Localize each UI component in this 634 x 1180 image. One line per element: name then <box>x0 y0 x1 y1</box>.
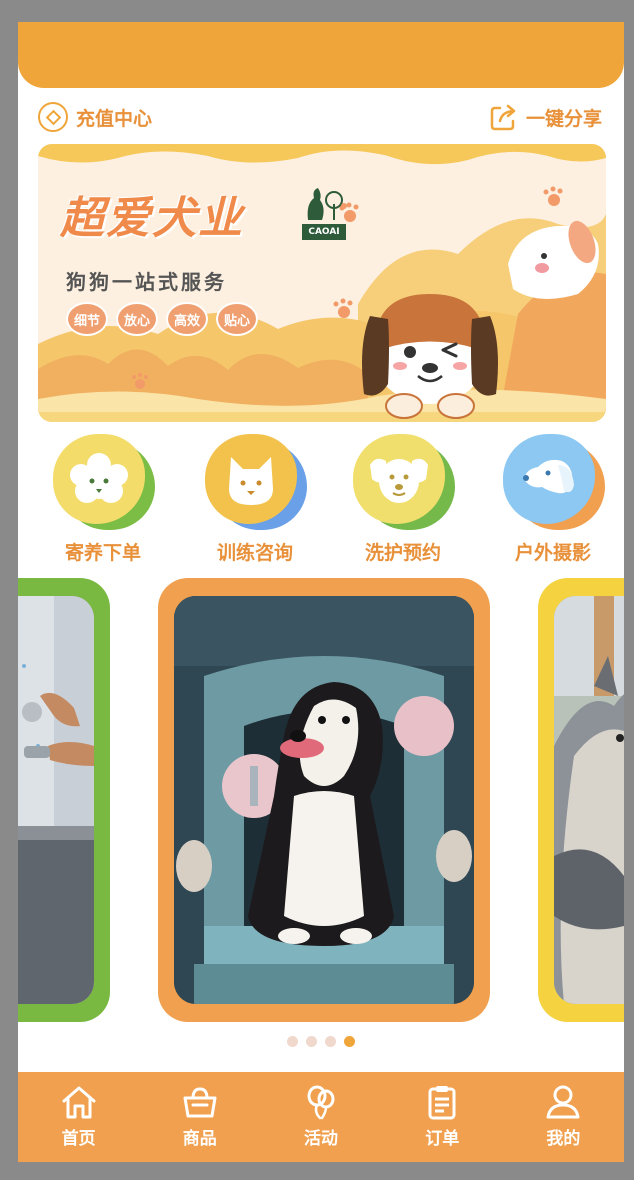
tab-label: 商品 <box>182 1129 217 1149</box>
banner-tags: 细节 放心 高效 贴心 <box>66 302 258 336</box>
service-training-consult[interactable]: 训练咨询 <box>190 434 320 565</box>
border-collie-photo <box>174 596 474 1004</box>
carousel-dot-1[interactable] <box>287 1036 298 1047</box>
carousel-card-collie[interactable] <box>158 578 490 1022</box>
dog-tree-logo-icon <box>307 188 347 220</box>
app-screen: 充值中心 一键分享 超爱犬业 CAOAI 狗狗一站式服务 细节 放心 高效 贴心… <box>18 22 624 1162</box>
tab-activities[interactable]: 活动 <box>260 1072 381 1162</box>
carousel-dot-2[interactable] <box>306 1036 317 1047</box>
dog-bathing-photo <box>18 596 94 1004</box>
tab-label: 订单 <box>425 1129 460 1149</box>
tag-caring: 贴心 <box>216 302 258 336</box>
tab-label: 活动 <box>304 1129 338 1149</box>
balloons-icon <box>307 1085 335 1120</box>
tab-label: 首页 <box>61 1129 96 1149</box>
dog-profile-icon <box>523 459 574 494</box>
service-grooming-booking[interactable]: 洗护预约 <box>338 434 468 565</box>
recharge-center-label: 充值中心 <box>76 107 153 130</box>
promo-banner[interactable]: 超爱犬业 CAOAI 狗狗一站式服务 细节 放心 高效 贴心 <box>38 144 606 422</box>
share-label: 一键分享 <box>525 107 602 130</box>
service-label: 寄养下单 <box>64 542 141 564</box>
one-click-share-button[interactable]: 一键分享 <box>488 102 602 132</box>
bottom-tab-bar: 首页 商品 活动 订单 我的 <box>18 1072 624 1162</box>
photo-carousel[interactable] <box>18 578 624 1022</box>
banner-title: 超爱犬业 <box>60 193 244 244</box>
labrador-face-icon <box>370 458 428 503</box>
tag-detail: 细节 <box>66 302 108 336</box>
tab-products[interactable]: 商品 <box>139 1072 260 1162</box>
carousel-indicator <box>18 1036 624 1047</box>
coin-icon <box>38 102 68 132</box>
shiba-face-icon <box>229 457 273 505</box>
user-icon <box>546 1085 580 1119</box>
tab-orders[interactable]: 订单 <box>382 1072 503 1162</box>
top-header-bar <box>18 22 624 88</box>
tab-label: 我的 <box>546 1129 581 1149</box>
shopping-basket-icon <box>183 1087 217 1118</box>
tag-efficient: 高效 <box>166 302 208 336</box>
carousel-card-fluffy[interactable] <box>538 578 624 1022</box>
poodle-face-icon <box>70 453 128 503</box>
carousel-dot-4[interactable] <box>344 1036 355 1047</box>
service-label: 户外摄影 <box>514 542 591 564</box>
service-outdoor-photo[interactable]: 户外摄影 <box>488 434 618 565</box>
brand-name: CAOAI <box>302 224 346 240</box>
tab-home[interactable]: 首页 <box>18 1072 139 1162</box>
tag-reassuring: 放心 <box>116 302 158 336</box>
tab-profile[interactable]: 我的 <box>503 1072 624 1162</box>
service-label: 洗护预约 <box>364 542 441 564</box>
clipboard-icon <box>428 1086 456 1120</box>
banner-subtitle: 狗狗一站式服务 <box>66 270 227 294</box>
share-icon <box>490 104 516 131</box>
carousel-dot-3[interactable] <box>325 1036 336 1047</box>
home-icon <box>62 1086 96 1119</box>
carousel-card-bathing[interactable] <box>18 578 110 1022</box>
recharge-center-button[interactable]: 充值中心 <box>38 102 152 132</box>
service-label: 训练咨询 <box>216 542 293 564</box>
action-row: 充值中心 一键分享 <box>18 98 624 138</box>
service-grid: 寄养下单 训练咨询 洗护预约 户外摄影 <box>18 434 624 584</box>
service-boarding-order[interactable]: 寄养下单 <box>38 434 168 565</box>
brand-logo: CAOAI <box>300 184 348 240</box>
fluffy-dog-photo <box>554 596 624 1004</box>
